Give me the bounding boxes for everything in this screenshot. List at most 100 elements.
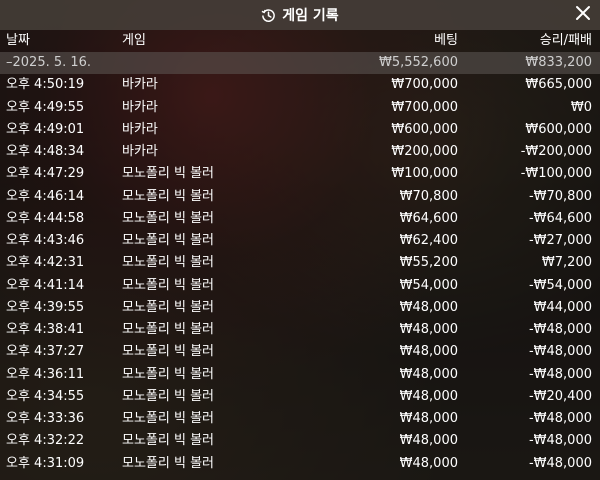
history-icon	[261, 8, 276, 23]
row-result: -₩64,600	[528, 210, 592, 226]
summary-bet-total: ₩5,552,600	[378, 55, 458, 70]
summary-date: –2025. 5. 16.	[6, 55, 92, 70]
row-game: 모노폴리 빅 볼러	[122, 344, 214, 360]
window-titlebar: 게임 기록	[0, 0, 600, 30]
history-rows: 오후 4:50:19 바카라 ₩700,000 ₩665,000 오후 4:49:55 바…	[0, 74, 600, 475]
row-time: 오후 4:48:34	[6, 144, 85, 159]
row-result: -₩70,800	[528, 188, 592, 204]
table-row[interactable]: 오후 4:38:41 모노폴리 빅 볼러 ₩48,000 -₩48,000	[0, 319, 600, 341]
row-result: -₩27,000	[528, 233, 592, 248]
window-title: 게임 기록	[282, 8, 339, 24]
row-game: 바카라	[122, 77, 158, 93]
game-history-table: 날짜 게임 베팅 승리/패배 –2025. 5. 16. ₩5,552,600 …	[0, 30, 600, 475]
row-bet: ₩600,000	[391, 121, 458, 137]
row-bet: ₩48,000	[399, 322, 458, 337]
row-game: 모노폴리 빅 볼러	[122, 366, 214, 382]
row-result: -₩100,000	[520, 166, 592, 182]
row-time: 오후 4:33:36	[6, 411, 85, 426]
row-time: 오후 4:49:01	[6, 121, 85, 137]
row-result: -₩48,000	[528, 411, 592, 426]
row-bet: ₩200,000	[391, 144, 458, 159]
row-bet: ₩48,000	[399, 433, 458, 449]
row-game: 모노폴리 빅 볼러	[122, 455, 214, 471]
date-summary-row[interactable]: –2025. 5. 16. ₩5,552,600 ₩833,200	[0, 52, 600, 75]
table-row[interactable]: 오후 4:33:36 모노폴리 빅 볼러 ₩48,000 -₩48,000	[0, 408, 600, 430]
summary-result-total: ₩833,200	[525, 55, 592, 70]
row-bet: ₩700,000	[391, 77, 458, 93]
table-row[interactable]: 오후 4:36:11 모노폴리 빅 볼러 ₩48,000 -₩48,000	[0, 364, 600, 386]
row-bet: ₩54,000	[399, 277, 458, 293]
row-bet: ₩64,600	[399, 210, 458, 226]
row-game: 바카라	[122, 144, 158, 159]
column-header-date: 날짜	[6, 33, 30, 48]
row-time: 오후 4:46:14	[6, 188, 85, 204]
close-icon[interactable]	[575, 5, 591, 25]
row-time: 오후 4:31:09	[6, 455, 85, 471]
row-game: 모노폴리 빅 볼러	[122, 411, 214, 426]
row-result: ₩44,000	[533, 299, 592, 315]
row-bet: ₩48,000	[399, 299, 458, 315]
column-header-game: 게임	[122, 33, 146, 48]
table-row[interactable]: 오후 4:34:55 모노폴리 빅 볼러 ₩48,000 -₩20,400	[0, 386, 600, 408]
row-bet: ₩55,200	[399, 255, 458, 271]
row-game: 모노폴리 빅 볼러	[122, 299, 214, 315]
row-time: 오후 4:36:11	[6, 366, 85, 382]
row-result: -₩20,400	[528, 388, 592, 404]
row-game: 모노폴리 빅 볼러	[122, 233, 214, 248]
row-result: -₩200,000	[520, 144, 592, 159]
row-bet: ₩700,000	[391, 99, 458, 115]
column-header-result: 승리/패배	[539, 33, 592, 48]
column-header-bet: 베팅	[434, 33, 458, 48]
row-game: 모노폴리 빅 볼러	[122, 210, 214, 226]
row-game: 모노폴리 빅 볼러	[122, 166, 214, 182]
table-row[interactable]: 오후 4:42:31 모노폴리 빅 볼러 ₩55,200 ₩7,200	[0, 252, 600, 274]
row-time: 오후 4:49:55	[6, 99, 85, 115]
row-time: 오후 4:34:55	[6, 388, 85, 404]
table-row[interactable]: 오후 4:41:14 모노폴리 빅 볼러 ₩54,000 -₩54,000	[0, 275, 600, 297]
close-button[interactable]	[572, 4, 594, 26]
row-time: 오후 4:47:29	[6, 166, 85, 182]
row-result: ₩600,000	[525, 121, 592, 137]
table-row[interactable]: 오후 4:37:27 모노폴리 빅 볼러 ₩48,000 -₩48,000	[0, 341, 600, 363]
row-result: -₩48,000	[528, 455, 592, 471]
row-game: 모노폴리 빅 볼러	[122, 433, 214, 449]
row-result: ₩665,000	[525, 77, 592, 93]
row-game: 바카라	[122, 121, 158, 137]
table-row[interactable]: 오후 4:46:14 모노폴리 빅 볼러 ₩70,800 -₩70,800	[0, 186, 600, 208]
table-row[interactable]: 오후 4:50:19 바카라 ₩700,000 ₩665,000	[0, 74, 600, 96]
row-time: 오후 4:50:19	[6, 77, 85, 93]
table-row[interactable]: 오후 4:31:09 모노폴리 빅 볼러 ₩48,000 -₩48,000	[0, 453, 600, 475]
table-row[interactable]: 오후 4:39:55 모노폴리 빅 볼러 ₩48,000 ₩44,000	[0, 297, 600, 319]
row-bet: ₩48,000	[399, 388, 458, 404]
table-row[interactable]: 오후 4:44:58 모노폴리 빅 볼러 ₩64,600 -₩64,600	[0, 208, 600, 230]
row-result: ₩7,200	[541, 255, 592, 271]
row-bet: ₩48,000	[399, 366, 458, 382]
row-time: 오후 4:41:14	[6, 277, 85, 293]
table-row[interactable]: 오후 4:49:01 바카라 ₩600,000 ₩600,000	[0, 119, 600, 141]
row-result: ₩0	[570, 99, 592, 115]
row-time: 오후 4:43:46	[6, 233, 85, 248]
table-row[interactable]: 오후 4:43:46 모노폴리 빅 볼러 ₩62,400 -₩27,000	[0, 230, 600, 252]
row-result: -₩48,000	[528, 433, 592, 449]
row-time: 오후 4:42:31	[6, 255, 85, 271]
row-game: 바카라	[122, 99, 158, 115]
row-time: 오후 4:39:55	[6, 299, 85, 315]
table-row[interactable]: 오후 4:48:34 바카라 ₩200,000 -₩200,000	[0, 141, 600, 163]
row-result: -₩48,000	[528, 366, 592, 382]
row-game: 모노폴리 빅 볼러	[122, 188, 214, 204]
row-result: -₩48,000	[528, 344, 592, 360]
row-bet: ₩100,000	[391, 166, 458, 182]
table-row[interactable]: 오후 4:49:55 바카라 ₩700,000 ₩0	[0, 97, 600, 119]
row-bet: ₩48,000	[399, 411, 458, 426]
row-game: 모노폴리 빅 볼러	[122, 277, 214, 293]
row-time: 오후 4:32:22	[6, 433, 85, 449]
table-header: 날짜 게임 베팅 승리/패배	[0, 30, 600, 52]
row-result: -₩54,000	[528, 277, 592, 293]
title-group: 게임 기록	[261, 5, 339, 25]
row-bet: ₩70,800	[399, 188, 458, 204]
row-game: 모노폴리 빅 볼러	[122, 255, 214, 271]
row-time: 오후 4:44:58	[6, 210, 85, 226]
table-row[interactable]: 오후 4:32:22 모노폴리 빅 볼러 ₩48,000 -₩48,000	[0, 430, 600, 452]
row-bet: ₩48,000	[399, 344, 458, 360]
table-row[interactable]: 오후 4:47:29 모노폴리 빅 볼러 ₩100,000 -₩100,000	[0, 163, 600, 185]
